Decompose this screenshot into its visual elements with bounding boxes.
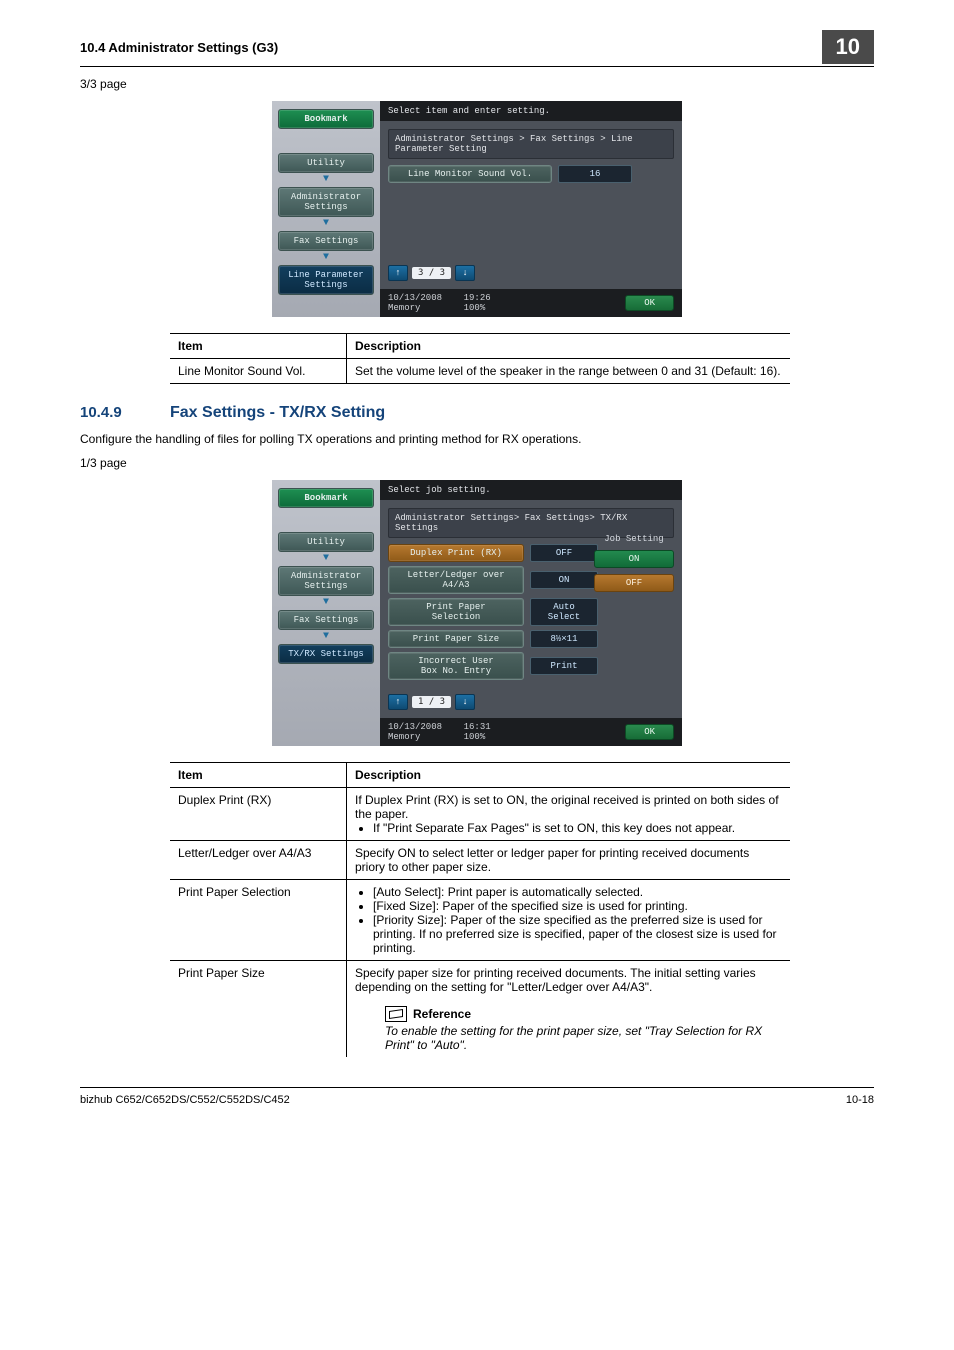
reference-icon (385, 1006, 407, 1022)
page-indicator: 1 / 3 (412, 696, 451, 708)
line-parameter-panel: Bookmark Utility ▼ Administrator Setting… (80, 101, 874, 317)
table-row: Duplex Print (RX) If Duplex Print (RX) i… (170, 788, 790, 841)
nav-utility[interactable]: Utility (278, 532, 374, 552)
ok-button[interactable]: OK (625, 295, 674, 311)
incorrect-box-value: Print (530, 657, 598, 675)
line-monitor-sound-field[interactable]: Line Monitor Sound Vol. (388, 165, 552, 183)
col-description: Description (347, 334, 791, 359)
duplex-print-value: OFF (530, 544, 598, 562)
desc-bullet: If "Print Separate Fax Pages" is set to … (373, 821, 782, 835)
table-row: Letter/Ledger over A4/A3 Specify ON to s… (170, 841, 790, 880)
desc-text: If Duplex Print (RX) is set to ON, the o… (355, 793, 779, 821)
desc-cell: Set the volume level of the speaker in t… (347, 359, 791, 384)
arrow-down-icon: ▼ (278, 556, 374, 562)
status-datetime: 10/13/2008 16:31 Memory 100% (388, 722, 491, 742)
desc-cell: [Auto Select]: Print paper is automatica… (347, 880, 791, 961)
table-row: Line Monitor Sound Vol. Set the volume l… (170, 359, 790, 384)
page-3of3-note: 3/3 page (80, 77, 874, 91)
line-monitor-table: Item Description Line Monitor Sound Vol.… (170, 333, 790, 384)
nav-admin-settings[interactable]: Administrator Settings (278, 187, 374, 217)
item-cell: Duplex Print (RX) (170, 788, 347, 841)
txrx-panel: Bookmark Utility ▼ Administrator Setting… (80, 480, 874, 746)
desc-cell: Specify paper size for printing received… (347, 961, 791, 1058)
paper-size-field[interactable]: Print Paper Size (388, 630, 524, 648)
job-setting-title: Job Setting (594, 534, 674, 544)
reference-text: To enable the setting for the print pape… (385, 1024, 782, 1052)
arrow-down-icon: ▼ (278, 177, 374, 183)
pager: ↑ 3 / 3 ↓ (388, 265, 674, 281)
table-row: Print Paper Selection [Auto Select]: Pri… (170, 880, 790, 961)
page-header: 10.4 Administrator Settings (G3) 10 (80, 30, 874, 67)
arrow-down-icon: ▼ (278, 255, 374, 261)
letter-ledger-value: ON (530, 571, 598, 589)
nav-fax-settings[interactable]: Fax Settings (278, 610, 374, 630)
section-intro: Configure the handling of files for poll… (80, 432, 874, 446)
panel1-left-nav: Bookmark Utility ▼ Administrator Setting… (272, 101, 380, 317)
page-up-button[interactable]: ↑ (388, 265, 408, 281)
table-row: Print Paper Size Specify paper size for … (170, 961, 790, 1058)
section-heading: 10.4.9 Fax Settings - TX/RX Setting (80, 404, 874, 422)
col-item: Item (170, 763, 347, 788)
nav-txrx-settings[interactable]: TX/RX Settings (278, 644, 374, 664)
footer-page: 10-18 (846, 1094, 874, 1106)
nav-admin-settings[interactable]: Administrator Settings (278, 566, 374, 596)
footer-model: bizhub C652/C652DS/C552/C552DS/C452 (80, 1094, 290, 1106)
paper-selection-value: Auto Select (530, 598, 598, 626)
letter-ledger-field[interactable]: Letter/Ledger over A4/A3 (388, 566, 524, 594)
line-monitor-sound-value: 16 (558, 165, 632, 183)
nav-utility[interactable]: Utility (278, 153, 374, 173)
paper-size-value: 8½×11 (530, 630, 598, 648)
table-header-row: Item Description (170, 334, 790, 359)
table-header-row: Item Description (170, 763, 790, 788)
desc-cell: Specify ON to select letter or ledger pa… (347, 841, 791, 880)
page-down-button[interactable]: ↓ (455, 265, 475, 281)
section-title: Fax Settings - TX/RX Setting (170, 404, 385, 422)
bookmark-button[interactable]: Bookmark (278, 488, 374, 508)
breadcrumb: Administrator Settings > Fax Settings > … (388, 129, 674, 159)
job-setting-on[interactable]: ON (594, 550, 674, 568)
nav-line-parameter[interactable]: Line Parameter Settings (278, 265, 374, 295)
panel2-instruction: Select job setting. (380, 480, 682, 500)
duplex-print-field[interactable]: Duplex Print (RX) (388, 544, 524, 562)
incorrect-box-field[interactable]: Incorrect User Box No. Entry (388, 652, 524, 680)
bookmark-button[interactable]: Bookmark (278, 109, 374, 129)
nav-fax-settings[interactable]: Fax Settings (278, 231, 374, 251)
desc-bullet: [Auto Select]: Print paper is automatica… (373, 885, 782, 899)
desc-bullet: [Fixed Size]: Paper of the specified siz… (373, 899, 782, 913)
arrow-down-icon: ▼ (278, 221, 374, 227)
page-1of3-note: 1/3 page (80, 456, 874, 470)
item-cell: Line Monitor Sound Vol. (170, 359, 347, 384)
desc-text: Specify paper size for printing received… (355, 966, 756, 994)
paper-selection-field[interactable]: Print Paper Selection (388, 598, 524, 626)
page-indicator: 3 / 3 (412, 267, 451, 279)
header-left: 10.4 Administrator Settings (G3) (80, 40, 822, 55)
status-datetime: 10/13/2008 19:26 Memory 100% (388, 293, 491, 313)
arrow-down-icon: ▼ (278, 600, 374, 606)
panel2-left-nav: Bookmark Utility ▼ Administrator Setting… (272, 480, 380, 746)
ok-button[interactable]: OK (625, 724, 674, 740)
item-cell: Print Paper Selection (170, 880, 347, 961)
col-item: Item (170, 334, 347, 359)
page-up-button[interactable]: ↑ (388, 694, 408, 710)
txrx-table: Item Description Duplex Print (RX) If Du… (170, 762, 790, 1057)
col-description: Description (347, 763, 791, 788)
job-setting-off[interactable]: OFF (594, 574, 674, 592)
reference-title: Reference (413, 1007, 471, 1021)
header-chapter: 10 (822, 30, 874, 64)
section-number: 10.4.9 (80, 404, 150, 421)
job-setting-sidebar: Job Setting ON OFF (594, 534, 674, 592)
page-footer: bizhub C652/C652DS/C552/C552DS/C452 10-1… (80, 1087, 874, 1106)
panel1-instruction: Select item and enter setting. (380, 101, 682, 121)
pager: ↑ 1 / 3 ↓ (388, 694, 674, 710)
desc-cell: If Duplex Print (RX) is set to ON, the o… (347, 788, 791, 841)
page-down-button[interactable]: ↓ (455, 694, 475, 710)
item-cell: Letter/Ledger over A4/A3 (170, 841, 347, 880)
desc-bullet: [Priority Size]: Paper of the size speci… (373, 913, 782, 955)
arrow-down-icon: ▼ (278, 634, 374, 640)
item-cell: Print Paper Size (170, 961, 347, 1058)
